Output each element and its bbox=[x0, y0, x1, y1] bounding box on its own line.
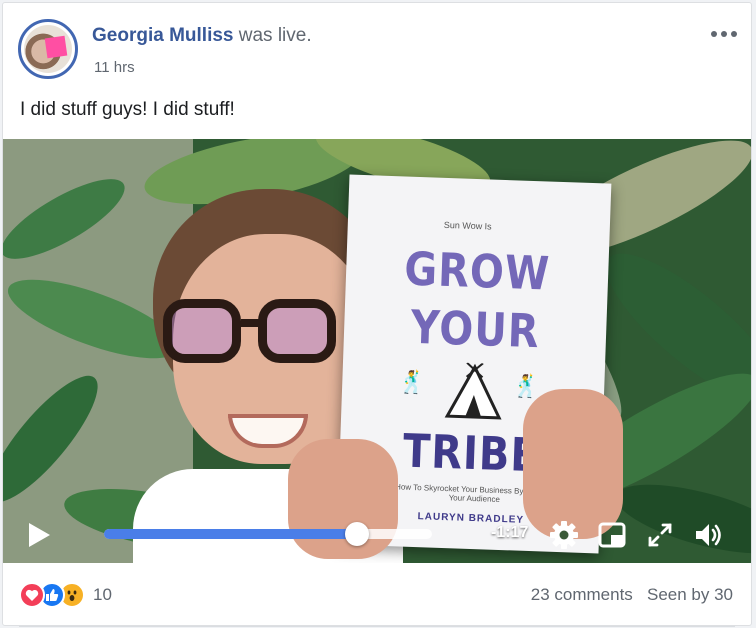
glasses-right-lens bbox=[258, 299, 336, 363]
book-kicker: Sun Wow Is bbox=[443, 219, 492, 232]
glasses-bridge bbox=[241, 319, 261, 327]
video-player[interactable]: Sun Wow Is GROW YOUR 🕺 🕺 TRIBE How To Sk… bbox=[3, 139, 751, 563]
seen-by-count[interactable]: Seen by 30 bbox=[647, 585, 733, 604]
settings-gear-icon[interactable] bbox=[548, 519, 580, 551]
more-options-icon[interactable] bbox=[711, 27, 737, 41]
teepee-icon bbox=[444, 362, 502, 420]
progress-scrubber[interactable] bbox=[344, 522, 369, 546]
picture-in-picture-icon[interactable] bbox=[596, 519, 628, 551]
reactions-summary[interactable]: 10 bbox=[19, 582, 112, 608]
engagement-stats: 23 comments Seen by 30 bbox=[531, 585, 733, 605]
author-name-link[interactable]: Georgia Mulliss bbox=[92, 25, 233, 46]
post-timestamp[interactable]: 11 hrs bbox=[94, 59, 135, 76]
footer-divider bbox=[19, 626, 735, 627]
post-card: Georgia Mulliss was live. 11 hrs I did s… bbox=[2, 2, 752, 627]
post-footer: 10 23 comments Seen by 30 bbox=[3, 563, 751, 627]
author-line: Georgia Mulliss was live. bbox=[92, 25, 312, 47]
book-title-line1: GROW bbox=[403, 243, 551, 302]
progress-fill bbox=[104, 529, 357, 539]
love-reaction-icon bbox=[19, 582, 45, 608]
post-header: Georgia Mulliss was live. 11 hrs bbox=[3, 3, 751, 93]
play-icon[interactable] bbox=[26, 521, 52, 549]
avatar-image bbox=[24, 25, 72, 73]
avatar[interactable] bbox=[18, 19, 78, 79]
avatar-sticky-note bbox=[44, 35, 68, 59]
dancing-figure-icon: 🕺 bbox=[511, 374, 541, 401]
time-remaining: -1:17 bbox=[491, 524, 529, 541]
comments-count-link[interactable]: 23 comments bbox=[531, 585, 633, 604]
glasses-left-lens bbox=[163, 299, 241, 363]
volume-icon[interactable] bbox=[692, 519, 724, 551]
post-text: I did stuff guys! I did stuff! bbox=[20, 99, 235, 120]
author-action: was live. bbox=[238, 25, 312, 46]
video-controls: -1:17 bbox=[3, 507, 751, 563]
reaction-count[interactable]: 10 bbox=[93, 585, 112, 605]
fullscreen-icon[interactable] bbox=[644, 519, 676, 551]
book-title-line2: YOUR bbox=[409, 301, 541, 359]
progress-bar[interactable] bbox=[104, 522, 432, 546]
dancing-figure-icon: 🕺 bbox=[397, 370, 427, 397]
